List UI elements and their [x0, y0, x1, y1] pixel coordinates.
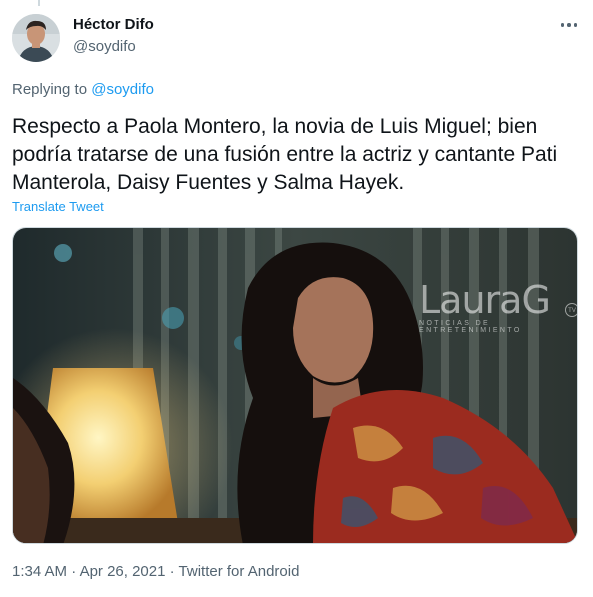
watermark-tv-badge: TV — [565, 303, 577, 317]
more-options-button[interactable] — [559, 18, 579, 32]
replying-prefix: Replying to — [12, 81, 88, 98]
tweet-meta: 1:34 AM · Apr 26, 2021 · Twitter for And… — [12, 563, 299, 580]
tweet-media-image[interactable]: LauraG TV NOTICIAS DE ENTRETENIMIENTO — [12, 227, 578, 544]
tweet-text: Respecto a Paola Montero, la novia de Lu… — [12, 115, 558, 194]
more-horizontal-icon — [560, 23, 565, 27]
watermark-main: LauraG — [419, 278, 551, 322]
tweet-time[interactable]: 1:34 AM — [12, 563, 67, 580]
thread-connector-line — [38, 0, 40, 6]
replying-mention-link[interactable]: @soydifo — [91, 81, 154, 98]
author-name[interactable]: Héctor Difo — [73, 16, 154, 33]
author-handle[interactable]: @soydifo — [73, 38, 136, 55]
replying-to-line: Replying to @soydifo — [12, 81, 154, 98]
tweet-date[interactable]: Apr 26, 2021 — [80, 563, 166, 580]
watermark-subtitle: NOTICIAS DE ENTRETENIMIENTO — [419, 320, 522, 334]
avatar-image — [12, 14, 60, 62]
avatar[interactable] — [12, 14, 60, 62]
watermark: LauraG TV NOTICIAS DE ENTRETENIMIENTO — [419, 278, 577, 334]
translate-tweet-link[interactable]: Translate Tweet — [12, 199, 104, 214]
media-scene — [13, 228, 577, 543]
more-horizontal-icon-dot — [573, 23, 578, 27]
tweet-source-link[interactable]: Twitter for Android — [179, 563, 300, 580]
meta-separator: · — [71, 563, 77, 580]
more-horizontal-icon-dot — [567, 23, 571, 27]
meta-separator: · — [169, 563, 175, 580]
